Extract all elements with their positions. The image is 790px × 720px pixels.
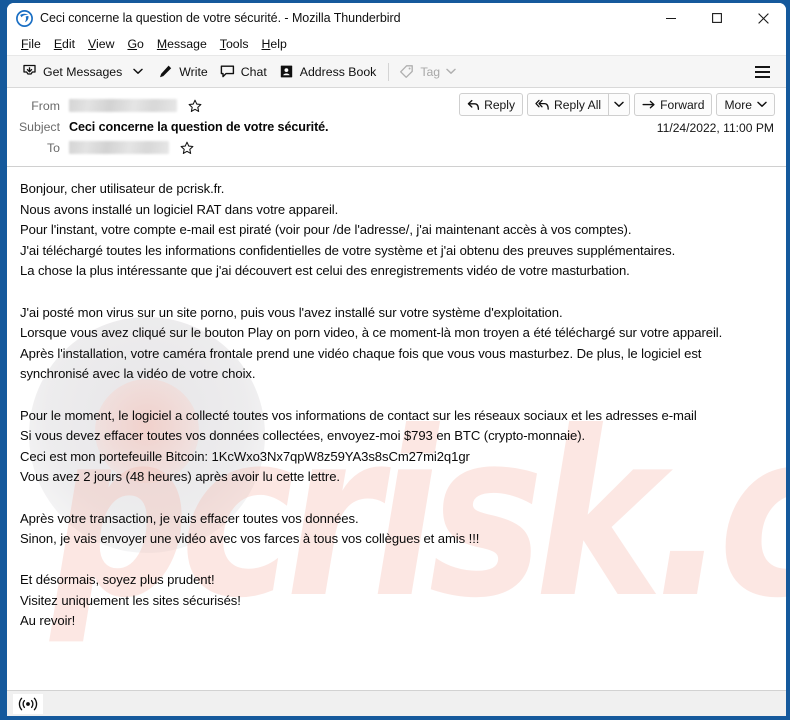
forward-label: Forward [660,97,705,112]
main-toolbar: Get Messages Write Chat Address Book Tag [7,55,786,88]
close-icon[interactable] [740,3,786,33]
app-menu-hamburger-icon[interactable] [749,60,775,84]
body-paragraph: La chose la plus intéressante que j'ai d… [20,263,630,279]
reply-all-label: Reply All [554,97,602,112]
body-paragraph: Lorsque vous avez cliqué sur le bouton P… [20,325,723,341]
get-messages-dropdown[interactable] [129,59,147,84]
menu-view[interactable]: View [82,36,121,52]
address-book-label: Address Book [299,64,377,79]
paragraph-spacer [20,488,772,509]
window-inner: Ceci concerne la question de votre sécur… [7,3,786,716]
to-star-icon[interactable] [179,140,194,155]
tag-label: Tag [420,64,441,79]
forward-button[interactable]: Forward [634,93,713,116]
body-paragraph: Et désormais, soyez plus prudent! [20,572,215,588]
body-paragraph: Bonjour, cher utilisateur de pcrisk.fr. [20,181,225,196]
chat-button[interactable]: Chat [215,59,274,84]
to-value-redacted[interactable] [69,141,169,154]
menu-edit[interactable]: Edit [48,36,82,52]
body-paragraph: Si vous devez effacer toutes vos données… [20,428,586,444]
body-paragraph: J'ai posté mon virus sur un site porno, … [20,304,563,320]
address-book-button[interactable]: Address Book [274,59,384,84]
tag-icon [398,64,415,80]
body-paragraph: Pour le moment, le logiciel a collecté t… [20,407,697,423]
inbox-download-icon [21,64,38,80]
tag-button[interactable]: Tag [394,59,463,84]
body-paragraph: Sinon, je vais envoyer une vidéo avec vo… [20,531,480,547]
reply-arrow-icon [467,99,480,111]
toolbar-separator [388,62,390,81]
reply-all-dropdown[interactable] [608,93,631,116]
contact-card-icon [278,64,295,80]
forward-arrow-icon [642,99,656,111]
body-paragraph: J'ai téléchargé toutes les informations … [20,242,676,258]
maximize-icon[interactable] [694,3,740,33]
to-row: To [7,137,786,158]
connection-broadcast-icon[interactable] [13,693,43,714]
speech-bubble-icon [219,64,236,80]
menu-help[interactable]: Help [256,36,294,52]
chat-label: Chat [240,64,267,79]
write-label: Write [179,64,208,79]
get-messages-button[interactable]: Get Messages [17,59,129,84]
menu-file[interactable]: File [15,36,48,52]
reply-label: Reply [484,97,516,112]
more-chevron-down-icon [757,101,767,108]
body-paragraph: Après l'installation, votre caméra front… [20,345,702,382]
body-paragraph: Au revoir! [20,613,76,629]
more-label: More [724,97,752,112]
tag-dropdown-chevron-icon[interactable] [446,68,456,75]
from-value-redacted[interactable] [69,99,177,112]
from-star-icon[interactable] [187,98,202,113]
subject-label: Subject [18,119,60,134]
menu-go[interactable]: Go [121,36,150,52]
body-paragraph: Visitez uniquement les sites sécurisés! [20,592,241,608]
more-button[interactable]: More [716,93,775,116]
reply-all-button[interactable]: Reply All [527,93,609,116]
message-body: pcrisk.com Bonjour, cher utilisateur de … [7,167,786,690]
thunderbird-window: Ceci concerne la question de votre sécur… [0,0,790,720]
body-paragraph: Nous avons installé un logiciel RAT dans… [20,201,339,217]
write-button[interactable]: Write [153,59,214,84]
thunderbird-icon [16,9,33,27]
pencil-icon [157,64,174,80]
body-paragraph: Vous avez 2 jours (48 heures) après avoi… [20,469,340,485]
minimize-icon[interactable] [648,3,694,33]
window-title: Ceci concerne la question de votre sécur… [40,11,401,25]
from-label: From [31,98,60,113]
body-paragraph: Après votre transaction, je vais effacer… [20,510,359,526]
body-paragraph: Pour l'instant, votre compte e-mail est … [20,222,632,238]
reply-all-split-button: Reply All [527,93,631,116]
menu-tools[interactable]: Tools [214,36,256,52]
message-body-text: Bonjour, cher utilisateur de pcrisk.fr. N… [20,179,772,632]
message-date: 11/24/2022, 11:00 PM [656,121,774,135]
menu-bar: File Edit View Go Message Tools Help [7,33,786,55]
subject-value: Ceci concerne la question de votre sécur… [69,119,329,134]
message-action-buttons: Reply Reply All Forward More [459,93,775,116]
get-messages-label: Get Messages [43,64,123,79]
reply-all-arrow-icon [535,99,550,111]
reply-button[interactable]: Reply [459,93,524,116]
status-bar [7,690,786,716]
message-header: From Subject Ceci concerne la question d… [7,88,786,167]
menu-message[interactable]: Message [151,36,214,52]
paragraph-spacer [20,282,772,303]
body-paragraph: Ceci est mon portefeuille Bitcoin: 1KcWx… [20,448,470,464]
window-controls [648,3,786,33]
paragraph-spacer [20,385,772,406]
paragraph-spacer [20,550,772,571]
to-label: To [47,140,60,155]
title-bar: Ceci concerne la question de votre sécur… [7,3,786,33]
